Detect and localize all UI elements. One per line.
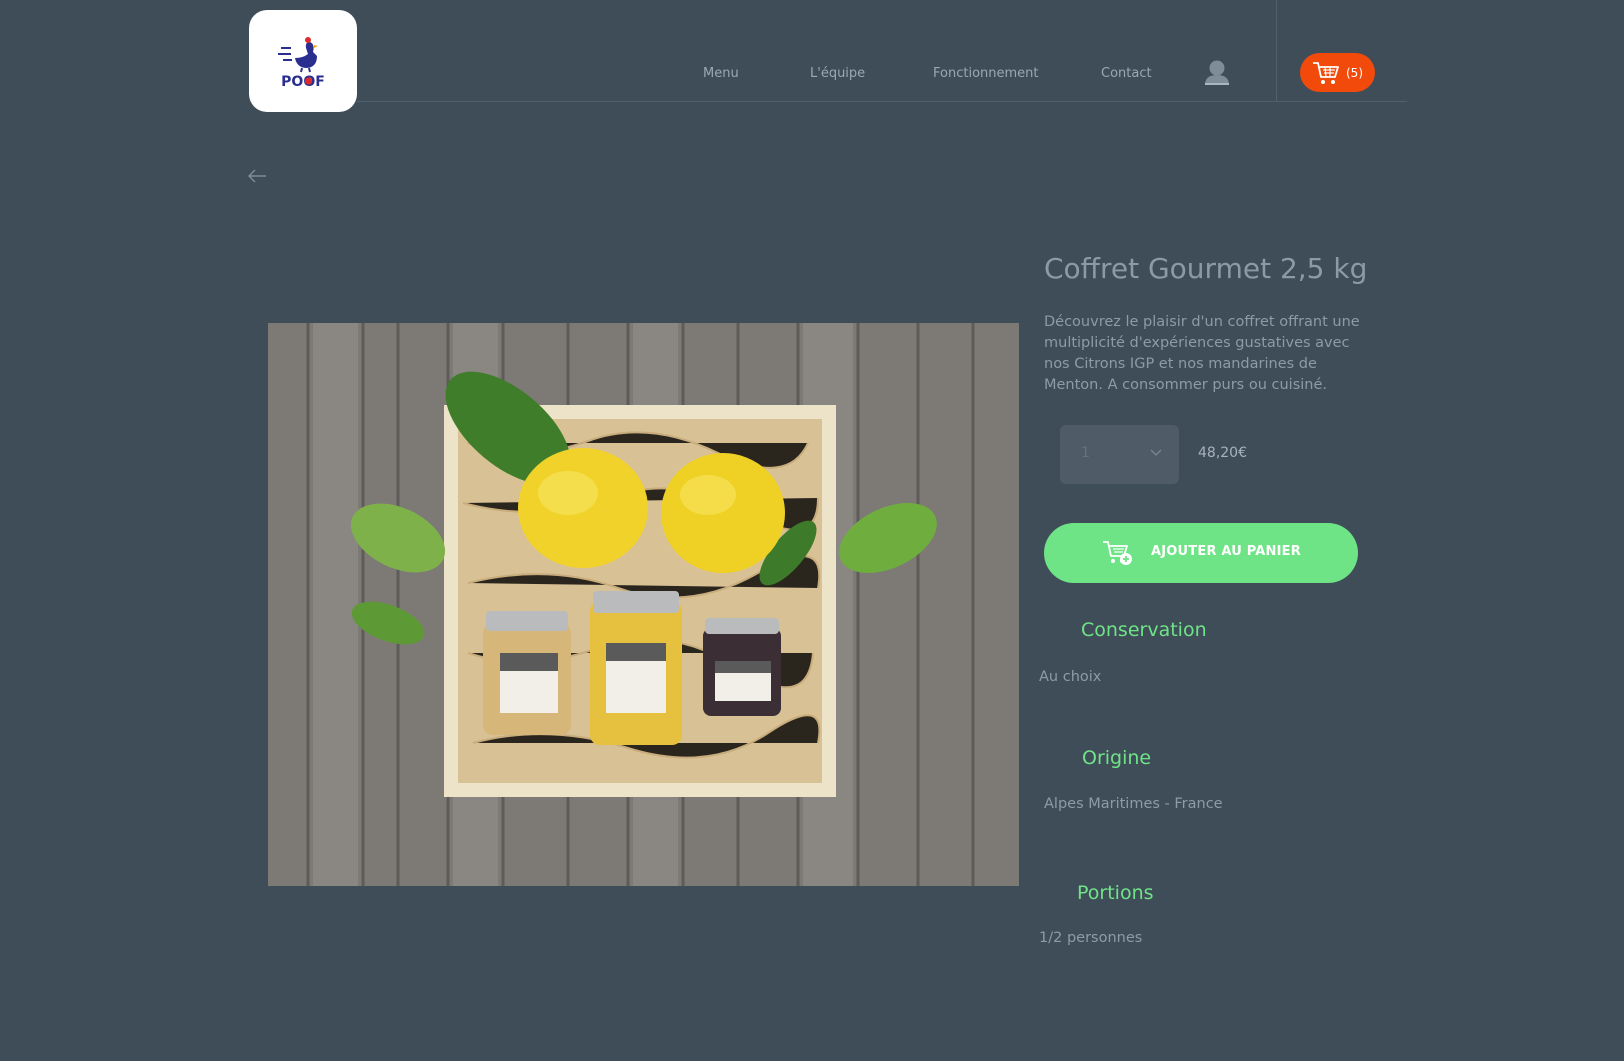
chevron-down-icon [1150, 449, 1162, 456]
quantity-value: 1 [1081, 445, 1090, 461]
portions-title: Portions [1077, 882, 1154, 904]
cart-button[interactable]: (5) [1300, 53, 1375, 92]
product-page: POOF Menu L'équipe Fonctionnement Contac… [0, 0, 1624, 1061]
header-divider [357, 101, 1407, 102]
cart-icon [1313, 61, 1339, 84]
nav-equipe[interactable]: L'équipe [810, 66, 865, 81]
user-icon[interactable] [1204, 58, 1230, 90]
origine-value: Alpes Maritimes - France [1044, 796, 1223, 812]
nav-menu[interactable]: Menu [703, 66, 739, 81]
nav-fonctionnement[interactable]: Fonctionnement [933, 66, 1039, 81]
header-vertical-divider [1276, 0, 1277, 102]
product-price: 48,20€ [1198, 445, 1247, 461]
poof-logo[interactable]: POOF [249, 10, 357, 112]
origine-title: Origine [1082, 747, 1152, 769]
quantity-select[interactable]: 1 [1060, 425, 1179, 484]
product-description: Découvrez le plaisir d'un coffret offran… [1044, 314, 1360, 393]
add-to-cart-button[interactable]: AJOUTER AU PANIER [1044, 523, 1358, 583]
add-to-cart-icon [1103, 541, 1132, 565]
product-image [268, 323, 1019, 886]
back-arrow-icon[interactable] [247, 168, 267, 187]
product-title: Coffret Gourmet 2,5 kg [1044, 252, 1368, 285]
portions-value: 1/2 personnes [1039, 930, 1143, 946]
add-to-cart-label: AJOUTER AU PANIER [1151, 544, 1301, 559]
logo-text: POOF [281, 74, 325, 90]
cart-count: (5) [1346, 65, 1363, 80]
conservation-value: Au choix [1039, 669, 1102, 685]
logo-image: POOF [278, 37, 325, 90]
nav-contact[interactable]: Contact [1101, 66, 1152, 81]
conservation-title: Conservation [1081, 619, 1207, 641]
